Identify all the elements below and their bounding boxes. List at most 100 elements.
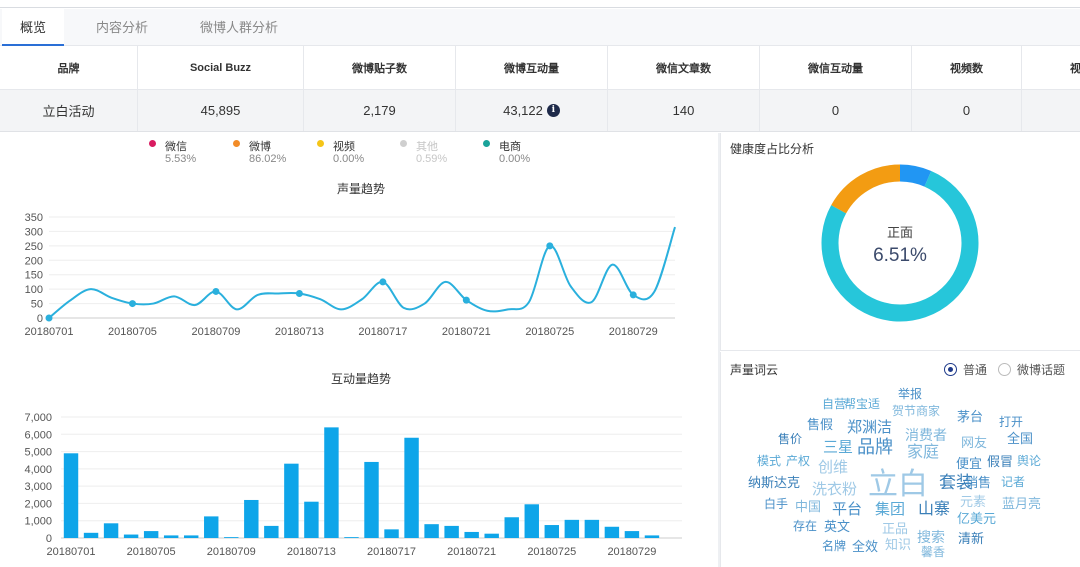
legend-label: 微博	[249, 141, 271, 153]
x-tick-label: 20180717	[358, 326, 407, 338]
bar	[404, 437, 419, 538]
wordcloud-word[interactable]: 便宜	[956, 457, 982, 470]
kpi-wechat-articles-value: 140	[608, 90, 760, 131]
wordcloud-word[interactable]: 正品	[882, 522, 908, 535]
window-top-edge	[0, 0, 1080, 8]
y-tick-label: 350	[25, 212, 43, 224]
wordcloud-word[interactable]: 三星	[823, 440, 853, 455]
wordcloud-word[interactable]: 举报	[898, 388, 922, 400]
bar	[143, 531, 159, 538]
y-tick-label: 150	[25, 270, 43, 282]
bar	[544, 525, 560, 538]
wordcloud-word[interactable]: 山寨	[918, 502, 950, 518]
wordcloud-word[interactable]: 存在	[793, 520, 817, 532]
kpi-header-social-buzz: Social Buzz	[138, 46, 304, 89]
y-tick-label: 5,000	[24, 447, 52, 459]
x-tick-label: 20180701	[47, 546, 96, 558]
wordcloud-word[interactable]: 自营	[822, 398, 846, 410]
wordcloud-word[interactable]: 全效	[852, 540, 878, 553]
wordcloud-word[interactable]: 销售	[965, 476, 991, 489]
info-icon[interactable]: i	[546, 104, 560, 117]
legend-dot	[483, 140, 490, 147]
wordcloud-word[interactable]: 打开	[999, 416, 1023, 428]
wordcloud-word[interactable]: 蓝月亮	[1002, 497, 1041, 510]
bar	[504, 517, 519, 538]
x-tick-label: 20180721	[442, 326, 491, 338]
wordcloud-word[interactable]: 网友	[961, 436, 987, 449]
kpi-wechat-interactions-value: 0	[760, 90, 912, 131]
wordcloud-word[interactable]: 贺节商家	[892, 405, 940, 417]
y-tick-label: 1,000	[24, 516, 52, 528]
donut-segment	[831, 164, 901, 214]
legend-label: 电商	[499, 141, 521, 153]
wordcloud-word[interactable]: 品牌	[857, 438, 893, 456]
wordcloud-word[interactable]: 英文	[824, 520, 850, 533]
wordcloud-word[interactable]: 舆论	[1017, 455, 1041, 467]
wordcloud-word[interactable]: 产权	[786, 455, 810, 467]
wordcloud-word[interactable]: 集团	[875, 502, 905, 517]
radio-normal-label: 普通	[963, 363, 988, 377]
data-point	[128, 300, 136, 308]
y-tick-label: 0	[37, 313, 43, 325]
wordcloud-word[interactable]: 售价	[778, 433, 802, 445]
data-point	[629, 291, 637, 299]
radio-normal[interactable]: 普通	[944, 361, 987, 378]
wordcloud-word[interactable]: 郑渊洁	[847, 420, 892, 435]
wordcloud-word[interactable]: 模式	[757, 455, 781, 467]
wordcloud-word[interactable]: 搜索	[917, 530, 945, 544]
wordcloud-word[interactable]: 名牌	[822, 540, 846, 552]
wordcloud-word[interactable]: 消费者	[905, 428, 947, 442]
wordcloud-word[interactable]: 假冒	[987, 455, 1013, 468]
y-tick-label: 300	[25, 226, 43, 238]
wordcloud-word[interactable]: 茅台	[957, 410, 983, 423]
wordcloud-word[interactable]: 中国	[795, 500, 821, 513]
bar	[163, 535, 179, 538]
kpi-weibo-interactions-value: 43,122	[503, 103, 543, 118]
x-tick-label: 20180725	[525, 326, 574, 338]
tab-bar: 概览 内容分析 微博人群分析	[0, 9, 1080, 46]
x-tick-label: 20180709	[191, 326, 240, 338]
wordcloud-word[interactable]: 售假	[807, 418, 833, 431]
health-panel-title: 健康度占比分析	[730, 142, 815, 156]
data-point	[462, 296, 470, 304]
wordcloud-word[interactable]: 元素	[960, 495, 986, 508]
legend-dot	[149, 140, 156, 147]
donut-center-value: 6.51%	[873, 245, 927, 266]
x-tick-label: 20180721	[447, 546, 496, 558]
bar	[244, 499, 259, 538]
wordcloud-word[interactable]: 创维	[818, 460, 848, 475]
wordcloud-word[interactable]: 洗衣粉	[812, 482, 857, 497]
wordcloud-word[interactable]: 平台	[832, 502, 862, 517]
bar	[364, 461, 379, 538]
bar	[83, 532, 99, 538]
wordcloud-word[interactable]: 白手	[764, 498, 788, 510]
wordcloud-word[interactable]: 知识	[885, 538, 911, 551]
tab-overview[interactable]: 概览	[2, 9, 65, 46]
bar	[564, 519, 580, 538]
data-point	[212, 287, 220, 295]
data-point	[379, 278, 387, 286]
tab-content-analysis[interactable]: 内容分析	[78, 9, 166, 46]
tab-weibo-audience[interactable]: 微博人群分析	[182, 9, 296, 46]
bar	[524, 504, 539, 538]
x-tick-label: 20180705	[108, 326, 157, 338]
x-tick-label: 20180713	[275, 326, 324, 338]
data-point	[295, 289, 303, 297]
interaction-trend-title: 互动量趋势	[331, 372, 392, 386]
wordcloud-word[interactable]: 全国	[1007, 432, 1033, 445]
wordcloud-word[interactable]: 记者	[1001, 476, 1025, 488]
bar	[644, 535, 660, 538]
y-tick-label: 7,000	[24, 412, 52, 424]
radio-weibo-topic[interactable]: 微博话题	[998, 361, 1065, 378]
wordcloud-word[interactable]: 家庭	[907, 445, 939, 461]
kpi-header-row: 品牌 Social Buzz 微博贴子数 微博互动量 微信文章数 微信互动量 视…	[0, 46, 1080, 90]
wordcloud-word[interactable]: 清新	[958, 532, 984, 545]
wordcloud-word[interactable]: 亿美元	[957, 512, 996, 525]
wordcloud-word[interactable]: 纳斯达克	[748, 476, 800, 489]
wordcloud-word[interactable]: 馨香	[921, 546, 945, 558]
wordcloud-word[interactable]: 立白	[868, 470, 928, 500]
wordcloud-word[interactable]: 帮宝适	[844, 398, 880, 410]
radio-selected-icon	[944, 363, 957, 376]
legend-label: 微信	[165, 141, 187, 153]
wordcloud-panel-title: 声量词云	[730, 363, 779, 377]
